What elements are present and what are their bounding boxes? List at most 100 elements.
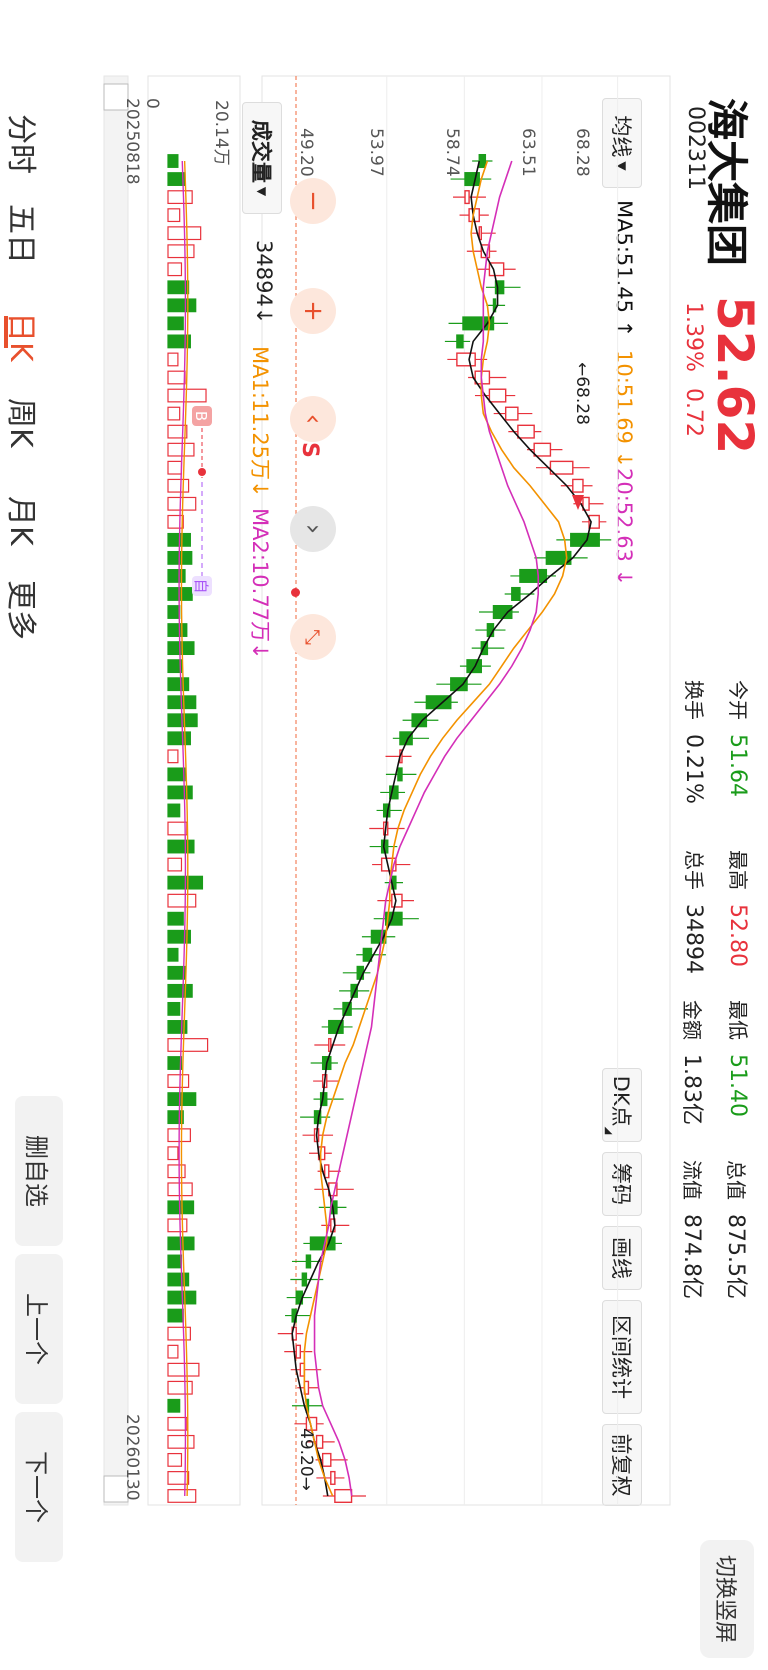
ma5-line (291, 160, 592, 1497)
volume-bar (167, 1380, 193, 1395)
date-end: 20260130 (122, 1414, 142, 1501)
candle-body (321, 1452, 332, 1467)
volume-bar (167, 442, 195, 457)
volume-bar (167, 406, 181, 421)
volume-bar (167, 514, 184, 529)
candle-body (315, 1434, 324, 1449)
tab-2[interactable]: 日K (2, 312, 46, 362)
volume-bar (167, 1110, 184, 1125)
tab-3[interactable]: 周K (2, 398, 46, 448)
candle-body (334, 1488, 353, 1503)
volume-bar (167, 460, 183, 475)
volume-bar (167, 1272, 190, 1287)
volume-bar (167, 316, 184, 331)
volume-bar (167, 208, 181, 223)
candle-body (456, 334, 464, 349)
volume-bar (167, 911, 184, 926)
volume-bar (167, 893, 197, 908)
volume-bar (167, 749, 179, 764)
volume-top-tick: 20.14万 (211, 100, 231, 166)
dropdown-caret-icon: ▼ (255, 186, 269, 197)
volume-bar (167, 587, 193, 601)
volume-bar (167, 857, 183, 872)
volume-bar (167, 965, 186, 980)
range-scrollbar (103, 75, 129, 1506)
candle-body (570, 532, 600, 547)
volume-bar (167, 1344, 179, 1359)
candle-body (309, 1236, 336, 1251)
record-dot-icon (291, 588, 300, 597)
volume-bar (167, 1326, 191, 1341)
volume-bar (167, 839, 195, 854)
candle-body (464, 172, 480, 187)
volume-bar (167, 478, 190, 493)
remove-watchlist-button[interactable]: 删自选 (15, 1096, 63, 1246)
tab-5[interactable]: 更多 (2, 580, 46, 640)
buy-marker-dot (198, 468, 206, 476)
tab-4[interactable]: 月K (2, 496, 46, 546)
volume-bar (167, 1362, 200, 1377)
volume-bar (167, 767, 186, 782)
volume-bar (167, 605, 181, 619)
candle-body (533, 442, 552, 457)
volume-bar (167, 1416, 188, 1431)
candle-body (295, 1344, 302, 1359)
price-tick-4: 53.97 (366, 128, 386, 177)
ma20-line (313, 160, 540, 1497)
volume-bar (167, 298, 197, 313)
candle-body (478, 154, 487, 169)
volume-bar (167, 1489, 197, 1503)
volume-readout: 34894↓ (252, 240, 276, 325)
volume-bar (167, 1001, 181, 1016)
candle-body (519, 568, 548, 583)
previous-stock-button[interactable]: 上一个 (15, 1254, 63, 1404)
volume-bar (167, 1308, 184, 1323)
min-price-marker: 49.20→ (296, 1428, 316, 1491)
price-tick-5: 49.20 (296, 128, 316, 177)
candle-body (511, 586, 521, 601)
volume-bar (167, 677, 190, 692)
zoom-out-button[interactable]: − (290, 178, 336, 224)
kline-chart[interactable]: 自 B S (0, 0, 768, 1670)
candle-body (301, 1272, 308, 1287)
ma10-line (303, 160, 568, 1497)
self-marker-badge[interactable]: 自 (192, 578, 210, 593)
volume-bar (167, 821, 188, 836)
volume-bar (167, 1164, 186, 1179)
volume-select[interactable]: 成交量 ▼ (242, 102, 282, 214)
volume-ma1-readout: MA1:11.25万↓ (248, 346, 272, 498)
candle-body (330, 1470, 336, 1485)
max-price-marker: ←68.28 (572, 362, 592, 425)
volume-bar (167, 1434, 195, 1449)
volume-zero-tick: 0 (142, 98, 162, 109)
volume-bar (167, 983, 193, 998)
sell-signal-letter: S (297, 442, 322, 458)
tab-1[interactable]: 五日 (2, 204, 46, 264)
tab-0[interactable]: 分时 (2, 114, 46, 174)
volume-bar (167, 1218, 188, 1233)
buy-arrow-icon (572, 495, 584, 510)
buy-marker-badge[interactable]: B (192, 411, 210, 421)
date-start: 20250818 (122, 98, 142, 185)
candle-body (466, 659, 482, 674)
candle-body (305, 1254, 312, 1269)
price-tick-3: 58.74 (442, 128, 462, 177)
landscape-stage: 海大集团 002311 52.62 1.39% 0.72 今开51.64 最高52… (0, 0, 768, 1670)
volume-bar (167, 244, 195, 259)
volume-bar (167, 154, 179, 168)
volume-bar (167, 190, 193, 205)
next-candle-button[interactable]: › (290, 506, 336, 552)
volume-bar (167, 1038, 209, 1052)
candle-body (488, 388, 507, 403)
volume-bar (167, 803, 181, 818)
volume-ma2-readout: MA2:10.77万↓ (248, 508, 272, 660)
prev-candle-button[interactable]: ‹ (290, 396, 336, 442)
volume-bar (167, 1254, 183, 1269)
volume-bar (167, 785, 193, 800)
volume-bar (167, 659, 183, 674)
price-tick-1: 68.28 (572, 128, 592, 177)
candle-body (324, 1164, 330, 1179)
zoom-in-button[interactable]: + (290, 288, 336, 334)
expand-icon[interactable]: ⤡ (290, 614, 336, 660)
next-stock-button[interactable]: 下一个 (15, 1412, 63, 1562)
